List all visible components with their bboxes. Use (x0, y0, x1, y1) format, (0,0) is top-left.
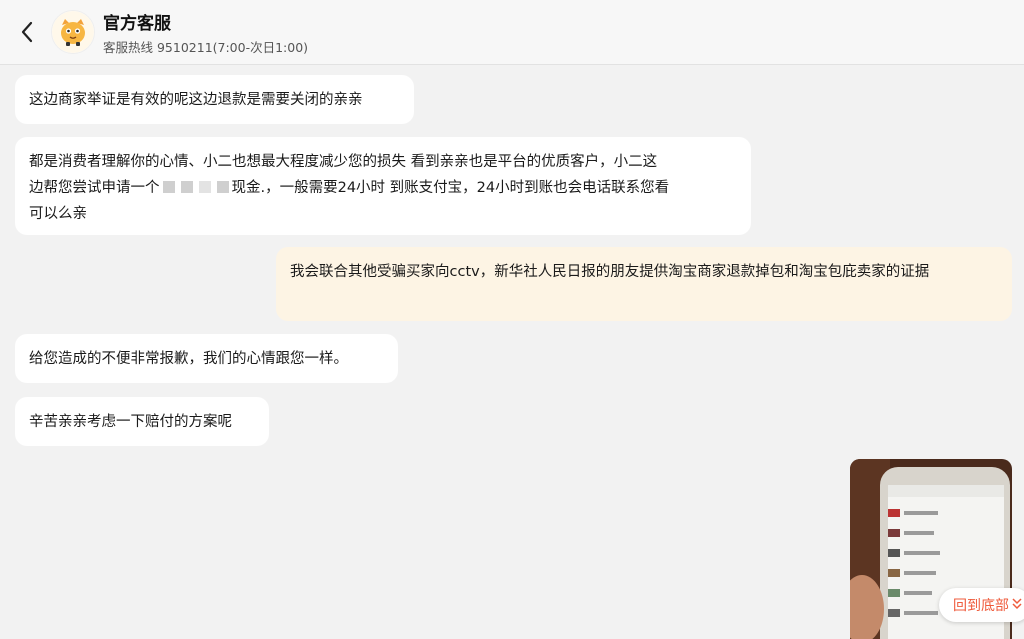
message-bubble-incoming[interactable]: 辛苦亲亲考虑一下赔付的方案呢 (15, 397, 269, 446)
chevron-left-icon (21, 21, 33, 43)
avatar[interactable] (51, 10, 95, 54)
message-bubble-incoming[interactable]: 这边商家举证是有效的呢这边退款是需要关闭的亲亲 (15, 75, 414, 124)
message-text-line: 边帮您尝试申请一个 现金.，一般需要24小时 到账支付宝，24小时到账也会电话联系… (29, 175, 737, 201)
redacted-block (180, 181, 193, 193)
message-bubble-incoming[interactable]: 给您造成的不便非常报歉，我们的心情跟您一样。 (15, 334, 398, 383)
message-text-fragment: 边帮您尝试申请一个 (29, 180, 160, 196)
chat-header: 官方客服 客服热线 9510211(7:00-次日1:00) (0, 0, 1024, 65)
back-to-bottom-label: 回到底部 (953, 598, 1009, 614)
message-text: 辛苦亲亲考虑一下赔付的方案呢 (29, 414, 232, 430)
message-text-line: 都是消费者理解你的心情、小二也想最大程度减少您的损失 看到亲亲也是平台的优质客户… (29, 154, 658, 170)
message-text: 我会联合其他受骗买家向cctv，新华社人民日报的朋友提供淘宝商家退款掉包和淘宝包… (290, 264, 930, 280)
message-text-line: 可以么亲 (29, 206, 87, 222)
chat-area[interactable]: 这边商家举证是有效的呢这边退款是需要关闭的亲亲 都是消费者理解你的心情、小二也想… (0, 65, 1024, 639)
hotline-text: 客服热线 9510211(7:00-次日1:00) (103, 40, 309, 55)
message-bubble-incoming[interactable]: 都是消费者理解你的心情、小二也想最大程度减少您的损失 看到亲亲也是平台的优质客户… (15, 137, 751, 235)
double-chevron-down-icon (1012, 597, 1022, 613)
redacted-block (198, 181, 211, 193)
page-title: 官方客服 (103, 14, 171, 34)
message-text: 给您造成的不便非常报歉，我们的心情跟您一样。 (29, 351, 348, 367)
message-text-fragment: 现金.，一般需要24小时 到账支付宝，24小时到账也会电话联系您看 (231, 180, 670, 196)
back-button[interactable] (14, 18, 40, 46)
redacted-block (162, 181, 175, 193)
back-to-bottom-button[interactable]: 回到底部 (939, 588, 1024, 622)
redacted-block (216, 181, 229, 193)
message-text: 这边商家举证是有效的呢这边退款是需要关闭的亲亲 (29, 92, 363, 108)
mascot-avatar-icon (52, 11, 94, 53)
message-bubble-outgoing[interactable]: 我会联合其他受骗买家向cctv，新华社人民日报的朋友提供淘宝商家退款掉包和淘宝包… (276, 247, 1012, 321)
